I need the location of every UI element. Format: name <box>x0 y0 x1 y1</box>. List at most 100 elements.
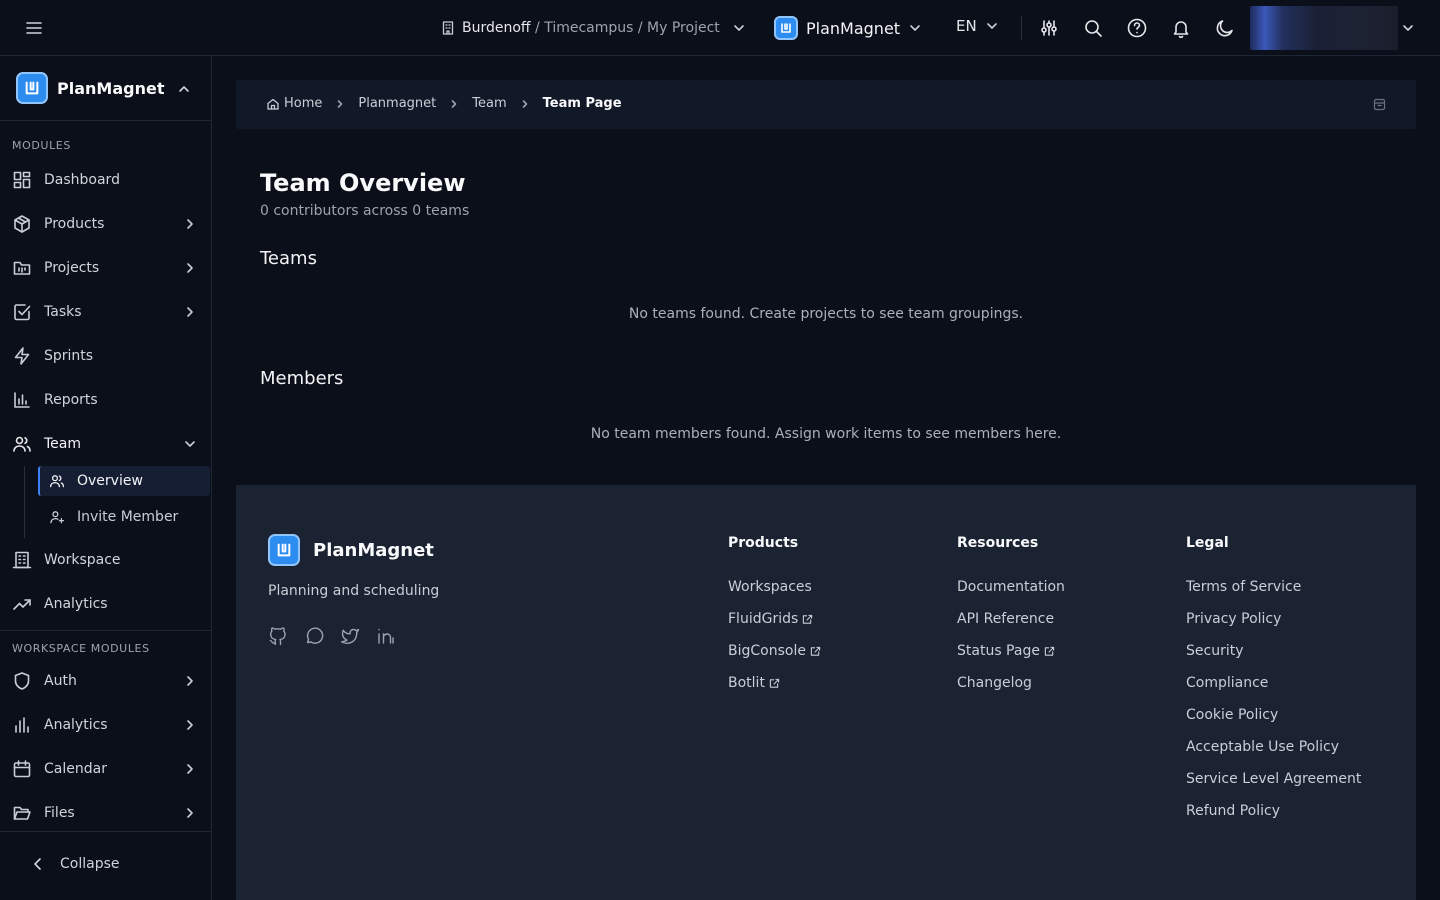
sidebar-item-workspace-analytics[interactable]: Analytics <box>12 711 202 739</box>
footer-link-label: Changelog <box>957 675 1032 691</box>
footer-link-refund-policy[interactable]: Refund Policy <box>1186 793 1361 829</box>
footer-link-changelog[interactable]: Changelog <box>957 665 1065 701</box>
app-name: PlanMagnet <box>806 18 901 38</box>
footer: PlanMagnet Planning and scheduling Produ… <box>236 485 1416 900</box>
footer-link-status-page[interactable]: Status Page <box>957 633 1065 669</box>
sidebar-subitem-invite-member[interactable]: Invite Member <box>38 502 210 532</box>
footer-link-sla[interactable]: Service Level Agreement <box>1186 761 1361 797</box>
footer-link-security[interactable]: Security <box>1186 633 1361 669</box>
footer-link-documentation[interactable]: Documentation <box>957 569 1065 605</box>
building-icon <box>440 20 456 36</box>
user-plus-icon <box>49 509 65 525</box>
moon-icon[interactable] <box>1214 17 1236 39</box>
sidebar-item-dashboard[interactable]: Dashboard <box>12 166 202 194</box>
sliders-icon[interactable] <box>1038 17 1060 39</box>
trending-up-icon <box>12 594 32 614</box>
sidebar-item-analytics[interactable]: Analytics <box>12 590 202 618</box>
breadcrumb-planmagnet[interactable]: Planmagnet <box>358 96 436 111</box>
footer-link-label: Service Level Agreement <box>1186 771 1362 787</box>
twitter-icon[interactable] <box>340 626 360 646</box>
org-project-switcher[interactable]: Burdenoff / Timecampus / My Project <box>440 17 746 39</box>
sidebar-item-projects[interactable]: Projects <box>12 254 202 282</box>
sidebar-divider <box>0 630 211 631</box>
chevron-right-icon <box>182 805 198 821</box>
collapse-sidebar-button[interactable]: Collapse <box>30 856 120 872</box>
check-square-icon <box>12 302 32 322</box>
sidebar-item-auth[interactable]: Auth <box>12 667 202 695</box>
user-avatar[interactable] <box>1250 6 1398 50</box>
footer-column-title: Products <box>728 535 799 551</box>
folder-kanban-icon <box>12 258 32 278</box>
shield-icon <box>12 671 32 691</box>
footer-link-privacy[interactable]: Privacy Policy <box>1186 601 1361 637</box>
sidebar-item-label: Analytics <box>44 717 108 733</box>
footer-column-legal: Legal Terms of Service Privacy Policy Se… <box>1186 535 1361 829</box>
sidebar-item-files[interactable]: Files <box>12 799 202 827</box>
footer-link-label: FluidGrids <box>728 611 799 627</box>
search-icon[interactable] <box>1082 17 1104 39</box>
sidebar-divider <box>0 120 211 121</box>
sidebar-subitem-overview[interactable]: Overview <box>38 466 210 496</box>
sidebar-item-label: Sprints <box>44 348 94 364</box>
teams-heading: Teams <box>260 248 317 269</box>
social-links <box>268 626 396 646</box>
linkedin-icon[interactable] <box>376 626 396 646</box>
footer-link-label: Botlit <box>728 675 765 691</box>
breadcrumb-team[interactable]: Team <box>472 96 506 111</box>
top-bar: Burdenoff / Timecampus / My Project Plan… <box>0 0 1440 56</box>
app-switcher[interactable]: PlanMagnet <box>774 15 922 41</box>
sidebar-item-workspace[interactable]: Workspace <box>12 546 202 574</box>
sidebar-item-calendar[interactable]: Calendar <box>12 755 202 783</box>
sidebar-item-tasks[interactable]: Tasks <box>12 298 202 326</box>
breadcrumb-home[interactable]: Home <box>284 96 322 111</box>
footer-link-acceptable-use[interactable]: Acceptable Use Policy <box>1186 729 1361 765</box>
chevron-down-icon <box>985 19 999 33</box>
chevron-down-icon[interactable] <box>1400 20 1416 36</box>
footer-link-cookie-policy[interactable]: Cookie Policy <box>1186 697 1361 733</box>
language-label: EN <box>956 17 977 35</box>
users-icon <box>12 434 32 454</box>
footer-link-bigconsole[interactable]: BigConsole <box>728 633 821 669</box>
archive-icon[interactable] <box>1373 98 1386 111</box>
help-icon[interactable] <box>1126 17 1148 39</box>
breadcrumb-current: Team Page <box>542 96 622 111</box>
sidebar-item-reports[interactable]: Reports <box>12 386 202 414</box>
building-icon <box>12 550 32 570</box>
breadcrumb-bar: Home Planmagnet Team Team Page <box>236 80 1416 129</box>
sidebar-brand-name: PlanMagnet <box>57 78 165 98</box>
hamburger-menu-icon[interactable] <box>22 16 46 40</box>
footer-link-compliance[interactable]: Compliance <box>1186 665 1361 701</box>
footer-column-title: Resources <box>957 535 1039 551</box>
footer-column-resources: Resources Documentation API Reference St… <box>957 535 1065 701</box>
sidebar-item-label: Analytics <box>44 596 108 612</box>
sidebar-subitem-label: Invite Member <box>77 509 179 525</box>
footer-link-fluidgrids[interactable]: FluidGrids <box>728 601 821 637</box>
sidebar-brand[interactable]: PlanMagnet <box>16 72 164 104</box>
external-link-icon <box>802 614 813 625</box>
footer-link-label: Security <box>1186 643 1244 659</box>
footer-link-terms[interactable]: Terms of Service <box>1186 569 1361 605</box>
sidebar-item-team[interactable]: Team <box>12 430 202 458</box>
chevron-up-icon[interactable] <box>176 81 192 97</box>
footer-link-botlit[interactable]: Botlit <box>728 665 821 701</box>
sidebar-item-sprints[interactable]: Sprints <box>12 342 202 370</box>
sidebar-item-products[interactable]: Products <box>12 210 202 238</box>
footer-link-workspaces[interactable]: Workspaces <box>728 569 821 605</box>
members-heading: Members <box>260 368 344 389</box>
calendar-icon <box>12 759 32 779</box>
github-icon[interactable] <box>268 626 288 646</box>
chevron-right-icon <box>182 717 198 733</box>
bell-icon[interactable] <box>1170 17 1192 39</box>
bar-chart-icon <box>12 390 32 410</box>
external-link-icon <box>769 678 780 689</box>
chevron-right-icon <box>519 98 531 110</box>
collapse-label: Collapse <box>60 856 120 872</box>
footer-link-label: Acceptable Use Policy <box>1186 739 1340 755</box>
sidebar-subitem-label: Overview <box>77 473 143 489</box>
package-icon <box>12 214 32 234</box>
chat-icon[interactable] <box>304 626 324 646</box>
footer-link-api-reference[interactable]: API Reference <box>957 601 1065 637</box>
footer-link-label: Cookie Policy <box>1186 707 1279 723</box>
language-selector[interactable]: EN <box>956 17 999 35</box>
footer-brand[interactable]: PlanMagnet <box>268 534 434 566</box>
